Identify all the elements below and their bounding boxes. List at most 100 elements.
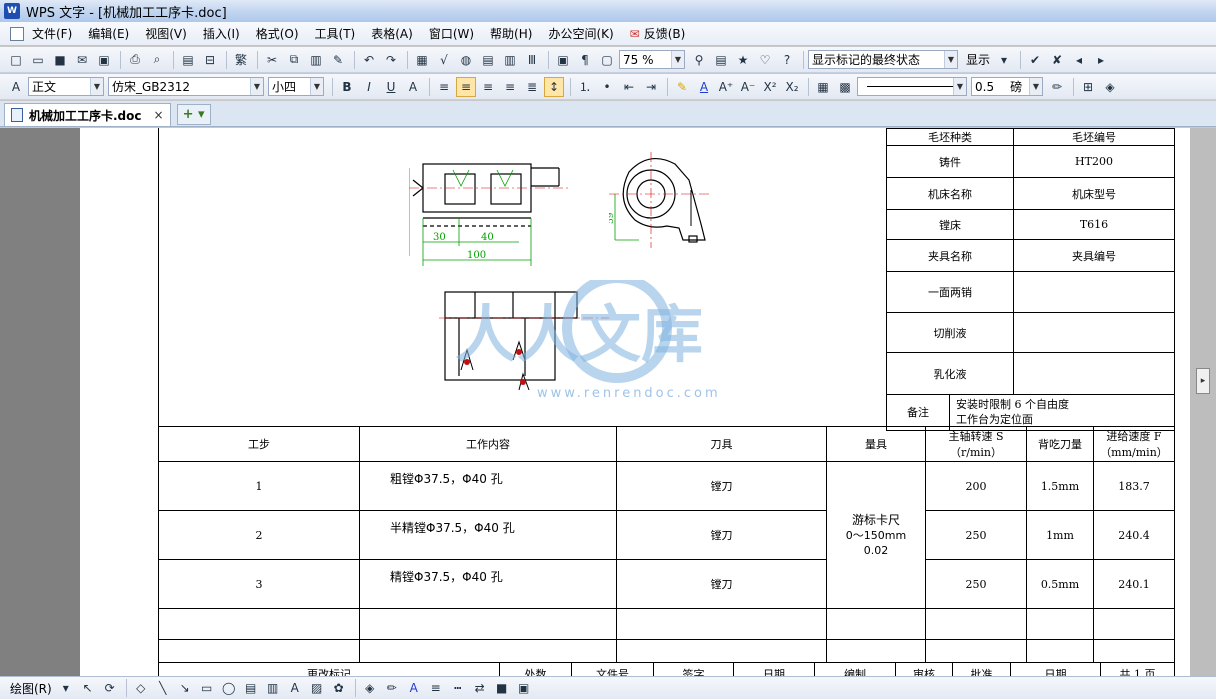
select-arrow-icon[interactable]: ↖ — [78, 678, 98, 698]
borders-icon[interactable]: ▩ — [835, 77, 855, 97]
open-folder-icon[interactable]: ▭ — [28, 50, 48, 70]
columns-icon[interactable]: ▥ — [500, 50, 520, 70]
paste-icon[interactable]: ▥ — [306, 50, 326, 70]
picture-icon[interactable]: ▨ — [307, 678, 327, 698]
menu-feedback[interactable]: 反馈(B) — [644, 25, 686, 42]
menu-view[interactable]: 视图(V) — [145, 25, 187, 42]
undo-icon[interactable]: ↶ — [359, 50, 379, 70]
menu-table[interactable]: 表格(A) — [371, 25, 413, 42]
traditional-chinese-icon[interactable]: 繁 — [231, 50, 251, 70]
outline-icon[interactable]: ▤ — [711, 50, 731, 70]
rotate-icon[interactable]: ⟳ — [100, 678, 120, 698]
mail-icon[interactable]: ✉ — [72, 50, 92, 70]
arrow-icon[interactable]: ↘ — [175, 678, 195, 698]
line-color-icon[interactable]: ✏ — [382, 678, 402, 698]
copy-icon[interactable]: ⧉ — [284, 50, 304, 70]
italic-icon[interactable]: I — [359, 77, 379, 97]
accept-change-icon[interactable]: ✔ — [1025, 50, 1045, 70]
table-borders-icon[interactable]: ⊞ — [1078, 77, 1098, 97]
pdf-export-icon[interactable]: ▣ — [94, 50, 114, 70]
clipart-icon[interactable]: ✿ — [329, 678, 349, 698]
document-page[interactable]: 30 40 100 59 人人文库 www.renrendoc.com 毛坯种类… — [80, 128, 1190, 676]
page-setup-icon[interactable]: ▤ — [178, 50, 198, 70]
shadow-icon[interactable]: ■ — [492, 678, 512, 698]
subscript-icon[interactable]: X₂ — [782, 77, 802, 97]
close-icon[interactable]: × — [154, 108, 164, 122]
ellipse-icon[interactable]: ◯ — [219, 678, 239, 698]
format-painter-icon[interactable]: ✎ — [328, 50, 348, 70]
document-tab[interactable]: 机械加工工序卡.doc × — [4, 103, 171, 126]
align-center-icon[interactable]: ≡ — [456, 76, 476, 97]
arrow-style-icon[interactable]: ⇄ — [470, 678, 490, 698]
dash-style-icon[interactable]: ┅ — [448, 678, 468, 698]
underline-icon[interactable]: U — [381, 77, 401, 97]
show-menu-button[interactable]: 显示 — [966, 51, 990, 68]
split-icon[interactable]: ⊟ — [200, 50, 220, 70]
skin-icon[interactable]: ♡ — [755, 50, 775, 70]
document-map-icon[interactable]: ▣ — [553, 50, 573, 70]
redo-icon[interactable]: ↷ — [381, 50, 401, 70]
help-icon[interactable]: ? — [777, 50, 797, 70]
wordart-icon[interactable]: A — [285, 678, 305, 698]
autoshapes-icon[interactable]: ◇ — [131, 678, 151, 698]
font-color-a-icon[interactable]: A — [403, 77, 423, 97]
menu-window[interactable]: 窗口(W) — [429, 25, 474, 42]
insert-table-icon[interactable]: ▦ — [412, 50, 432, 70]
next-change-icon[interactable]: ▸ — [1091, 50, 1111, 70]
prev-change-icon[interactable]: ◂ — [1069, 50, 1089, 70]
superscript-icon[interactable]: X² — [760, 77, 780, 97]
binoculars-icon[interactable]: ⚲ — [689, 50, 709, 70]
chart-icon[interactable]: Ⅲ — [522, 50, 542, 70]
font-select[interactable]: 仿宋_GB2312 ▼ — [108, 77, 264, 96]
shrink-font-icon[interactable]: A⁻ — [738, 77, 758, 97]
menu-file[interactable]: 文件(F) — [32, 25, 72, 42]
menu-edit[interactable]: 编辑(E) — [88, 25, 129, 42]
line-style-select[interactable]: ▼ — [857, 77, 967, 96]
new-tab-button[interactable]: + ▾ — [176, 104, 211, 125]
reject-change-icon[interactable]: ✘ — [1047, 50, 1067, 70]
chevron-down-icon[interactable]: ▾ — [56, 678, 76, 698]
menu-tools[interactable]: 工具(T) — [315, 25, 356, 42]
style-select[interactable]: 正文 ▼ — [28, 77, 104, 96]
grow-font-icon[interactable]: A⁺ — [716, 77, 736, 97]
cut-icon[interactable]: ✂ — [262, 50, 282, 70]
page-view-icon[interactable]: ▢ — [597, 50, 617, 70]
document-menu-icon[interactable] — [10, 26, 24, 41]
side-panel-toggle-icon[interactable]: ▸ — [1196, 368, 1210, 394]
line-style-icon[interactable]: ≡ — [426, 678, 446, 698]
distribute-icon[interactable]: ≣ — [522, 77, 542, 97]
text-color-icon[interactable]: A — [404, 678, 424, 698]
show-marks-icon[interactable]: ¶ — [575, 50, 595, 70]
line-icon[interactable]: ╲ — [153, 678, 173, 698]
menu-office-space[interactable]: 办公空间(K) — [548, 25, 613, 42]
3d-icon[interactable]: ▣ — [514, 678, 534, 698]
table-props-icon[interactable]: ▦ — [813, 77, 833, 97]
vertical-textbox-icon[interactable]: ▥ — [263, 678, 283, 698]
menu-format[interactable]: 格式(O) — [256, 25, 299, 42]
document-workspace[interactable]: 30 40 100 59 人人文库 www.renrendoc.com 毛坯种类… — [0, 128, 1216, 676]
formula-icon[interactable]: √ — [434, 50, 454, 70]
font-color-icon[interactable]: A — [694, 77, 714, 97]
align-right-icon[interactable]: ≡ — [478, 77, 498, 97]
textbox-icon[interactable]: ▤ — [241, 678, 261, 698]
bullets-icon[interactable]: • — [597, 77, 617, 97]
fill-color-icon[interactable]: ◈ — [360, 678, 380, 698]
chevron-down-icon[interactable]: ▾ — [994, 50, 1014, 70]
align-left-icon[interactable]: ≡ — [434, 77, 454, 97]
highlight-icon[interactable]: ✎ — [672, 77, 692, 97]
decrease-indent-icon[interactable]: ⇤ — [619, 77, 639, 97]
increase-indent-icon[interactable]: ⇥ — [641, 77, 661, 97]
pen-color-icon[interactable]: ✏ — [1047, 77, 1067, 97]
bold-icon[interactable]: B — [337, 77, 357, 97]
track-changes-select[interactable]: 显示标记的最终状态 ▼ — [808, 50, 958, 69]
numbering-icon[interactable]: ⒈ — [575, 77, 595, 97]
menu-insert[interactable]: 插入(I) — [203, 25, 240, 42]
new-document-icon[interactable]: □ — [6, 50, 26, 70]
print-preview-icon[interactable]: ⌕ — [147, 50, 167, 70]
zoom-select[interactable]: 75 % ▼ — [619, 50, 685, 69]
font-size-select[interactable]: 小四 ▼ — [268, 77, 324, 96]
save-icon[interactable]: ■ — [50, 50, 70, 70]
justify-icon[interactable]: ≡ — [500, 77, 520, 97]
globe-icon[interactable]: ◍ — [456, 50, 476, 70]
print-icon[interactable]: ⎙ — [125, 50, 145, 70]
